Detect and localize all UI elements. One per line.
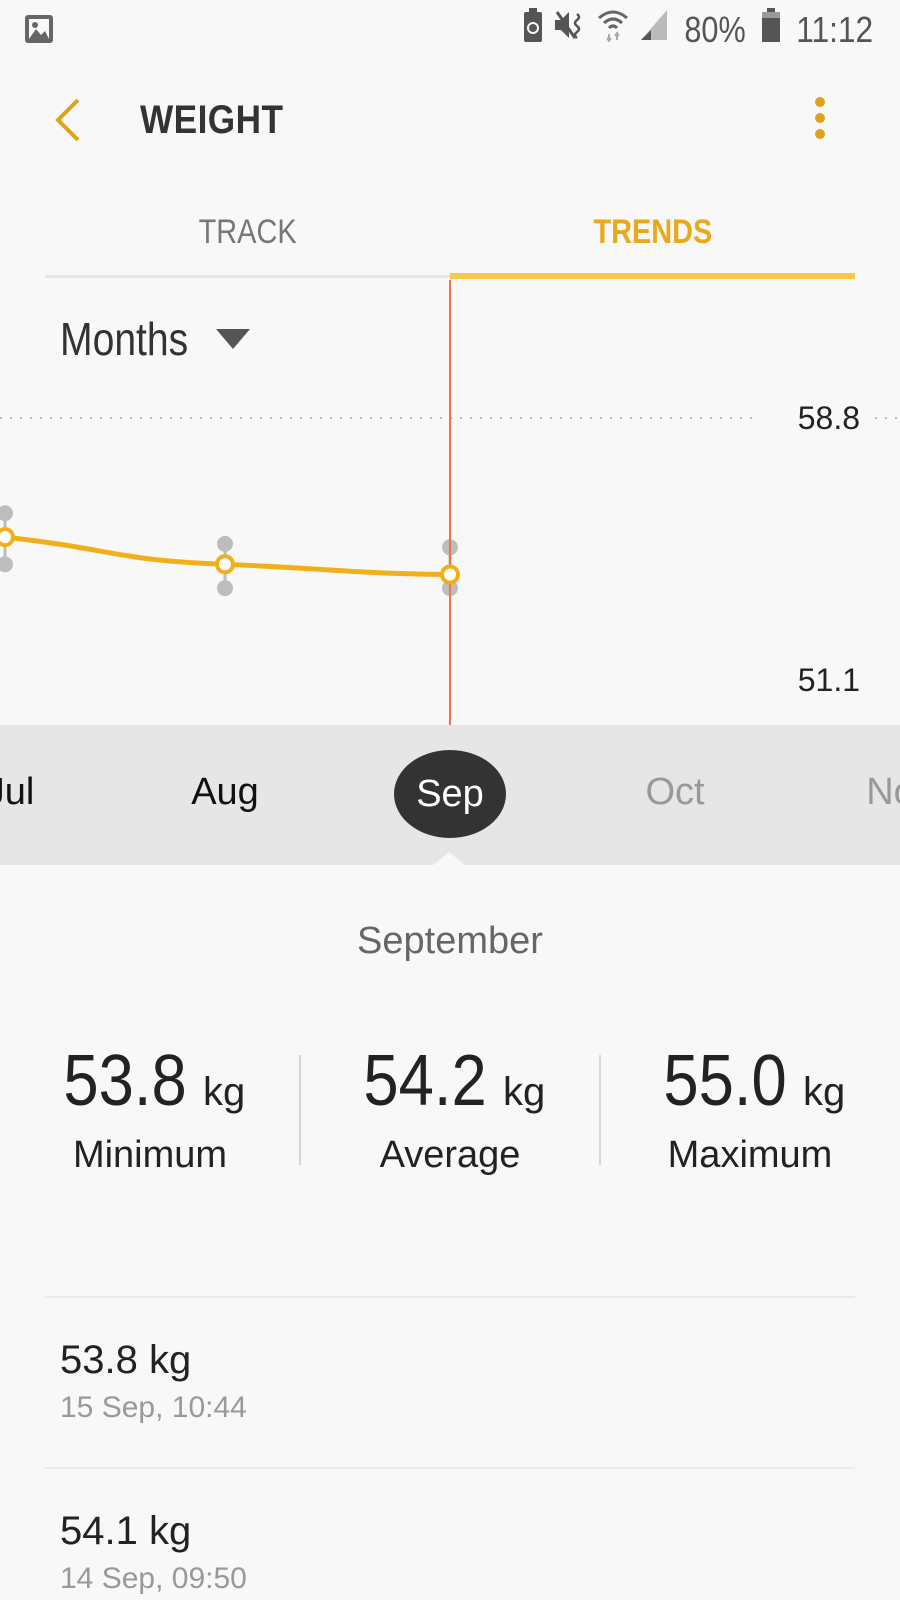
average-point-aug [215, 554, 235, 575]
dropdown-arrow-icon [216, 329, 250, 349]
back-button[interactable] [48, 96, 88, 146]
page-title: WEIGHT [140, 98, 284, 142]
stat-minimum-label: Minimum [72, 1134, 228, 1176]
stat-maximum-value: 55.0 [663, 1041, 787, 1121]
month-nov[interactable]: Nov [866, 771, 900, 814]
entry-weight: 53.8 kg [60, 1338, 192, 1382]
month-sep-selected[interactable]: Sep [394, 750, 506, 838]
max-point-aug [217, 535, 233, 552]
average-point-sep [440, 564, 460, 585]
tab-bar: TRACK TRENDS [45, 190, 855, 280]
signal-icon [639, 8, 669, 51]
month-aug[interactable]: Aug [191, 771, 259, 814]
battery-percent: 80% [683, 8, 746, 50]
entry-weight: 54.1 kg [60, 1509, 192, 1553]
month-selector[interactable]: Jul Aug Sep Oct Nov [0, 725, 900, 865]
entry-datetime: 15 Sep, 10:44 [60, 1391, 247, 1424]
stat-average-unit: kg [502, 1070, 546, 1114]
entry-datetime: 14 Sep, 09:50 [60, 1562, 247, 1595]
month-jul[interactable]: Jul [0, 771, 34, 814]
y-tick-min: 51.1 [797, 662, 860, 698]
image-notification-icon [24, 14, 54, 49]
max-point-jul [0, 505, 13, 522]
back-chevron-icon [55, 98, 80, 142]
tab-indicator [450, 273, 855, 279]
period-dropdown[interactable]: Months [60, 312, 250, 366]
stat-maximum-unit: kg [802, 1070, 846, 1114]
more-options-button[interactable] [800, 96, 840, 146]
stat-minimum: 53.8 kg Minimum [0, 1040, 300, 1177]
tab-track-label: TRACK [198, 213, 297, 251]
tab-track[interactable]: TRACK [45, 190, 450, 274]
status-bar: 80% 11:12 [0, 0, 900, 60]
average-point-jul [0, 527, 15, 548]
stat-minimum-unit: kg [202, 1070, 246, 1114]
tab-trends-label: TRENDS [593, 213, 712, 251]
app-bar: WEIGHT [0, 60, 900, 180]
list-item[interactable]: 53.8 kg 15 Sep, 10:44 [60, 1338, 247, 1425]
list-item[interactable]: 54.1 kg 14 Sep, 09:50 [60, 1509, 247, 1596]
stat-average: 54.2 kg Average [300, 1040, 600, 1177]
battery-saver-icon [523, 8, 543, 51]
min-point-aug [217, 580, 233, 597]
stat-maximum-label: Maximum [667, 1134, 833, 1176]
y-tick-max: 58.8 [797, 400, 860, 436]
month-oct[interactable]: Oct [645, 771, 704, 814]
list-divider [45, 1467, 855, 1469]
selection-pointer [432, 852, 466, 866]
wifi-icon [597, 8, 629, 51]
clock: 11:12 [795, 8, 873, 50]
stat-maximum: 55.0 kg Maximum [600, 1040, 900, 1177]
min-point-jul [0, 556, 13, 573]
selected-month-name: September [357, 920, 543, 962]
stat-average-label: Average [379, 1134, 521, 1176]
tab-trends[interactable]: TRENDS [450, 190, 855, 274]
list-divider [45, 1296, 855, 1298]
stats-summary: 53.8 kg Minimum 54.2 kg Average 55.0 kg Max… [0, 1040, 900, 1200]
more-vert-icon [815, 97, 825, 139]
vibrate-icon [553, 8, 587, 51]
stat-minimum-value: 53.8 [63, 1041, 187, 1121]
period-dropdown-value: Months [60, 313, 189, 365]
stat-average-value: 54.2 [363, 1041, 487, 1121]
battery-icon [761, 8, 781, 51]
